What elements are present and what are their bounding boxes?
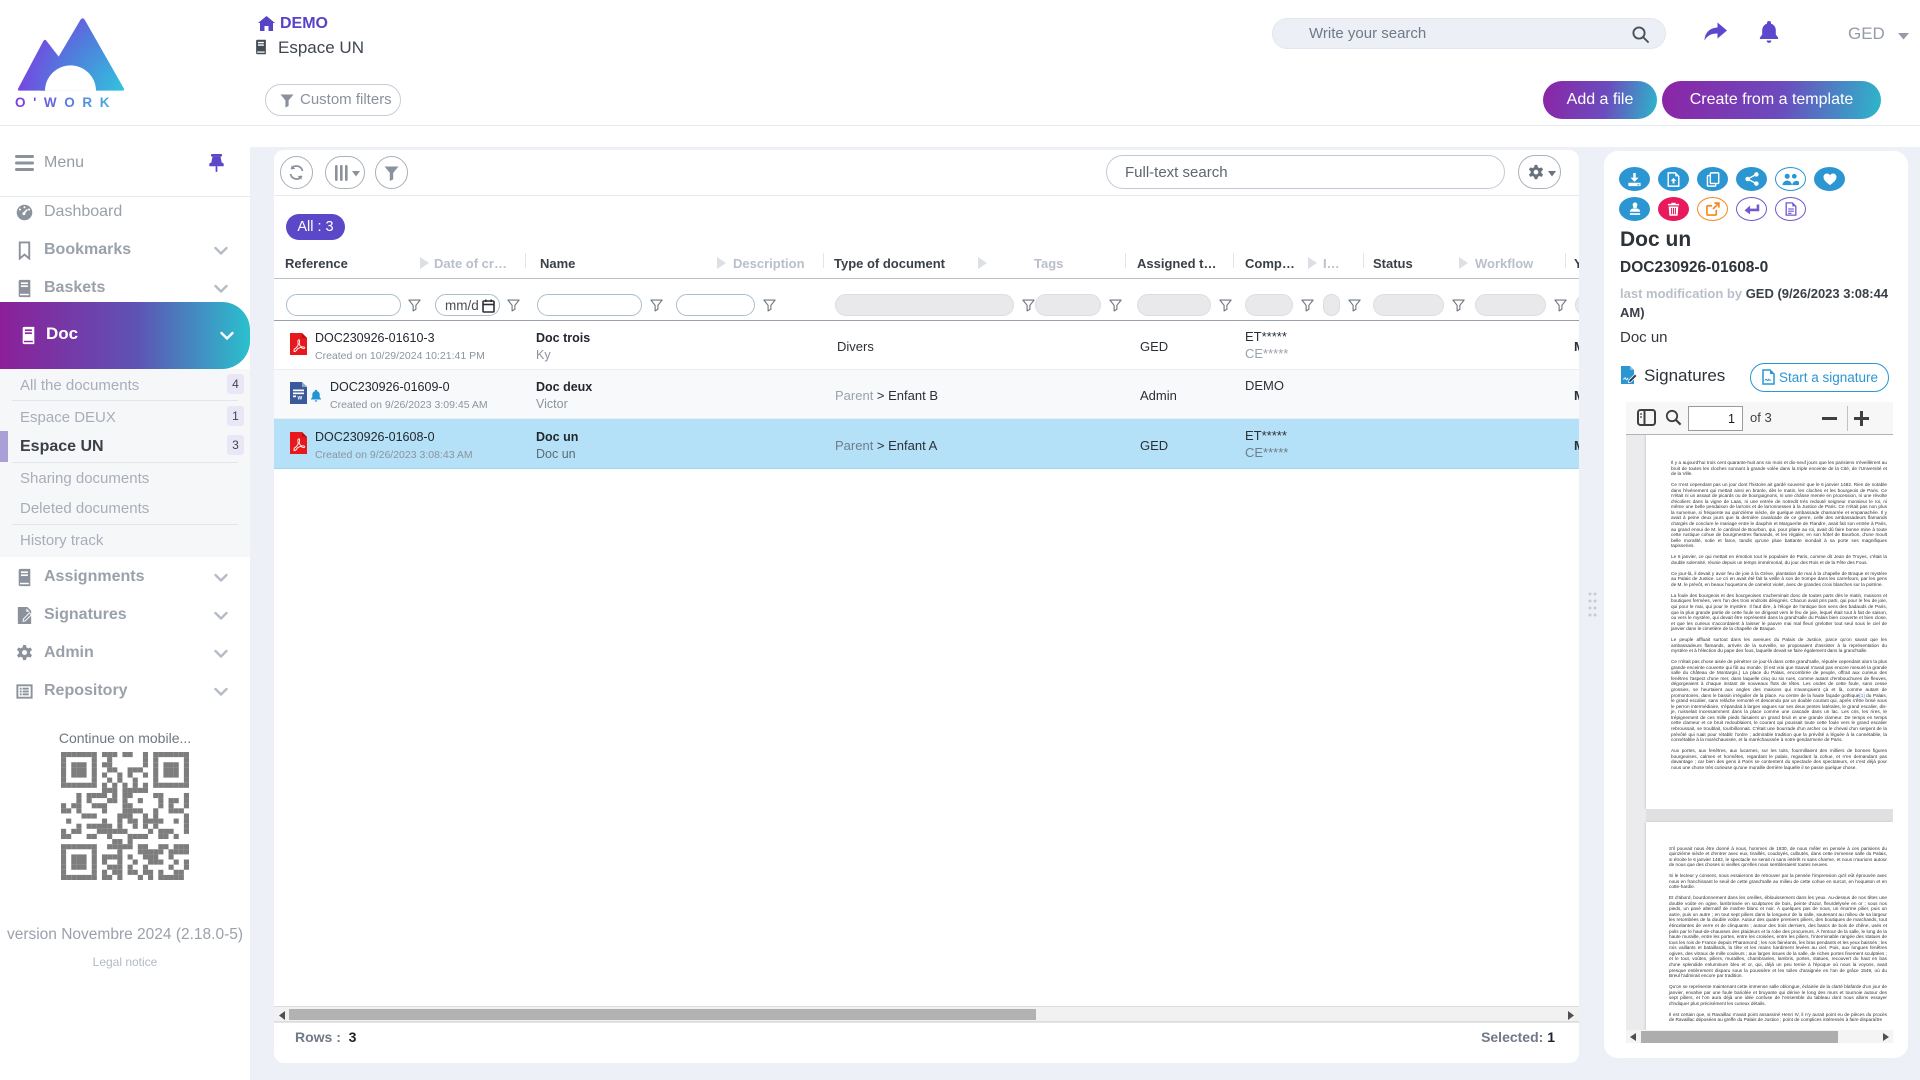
svg-text:O'WORK: O'WORK	[15, 95, 117, 110]
svg-text:w: w	[297, 396, 303, 402]
